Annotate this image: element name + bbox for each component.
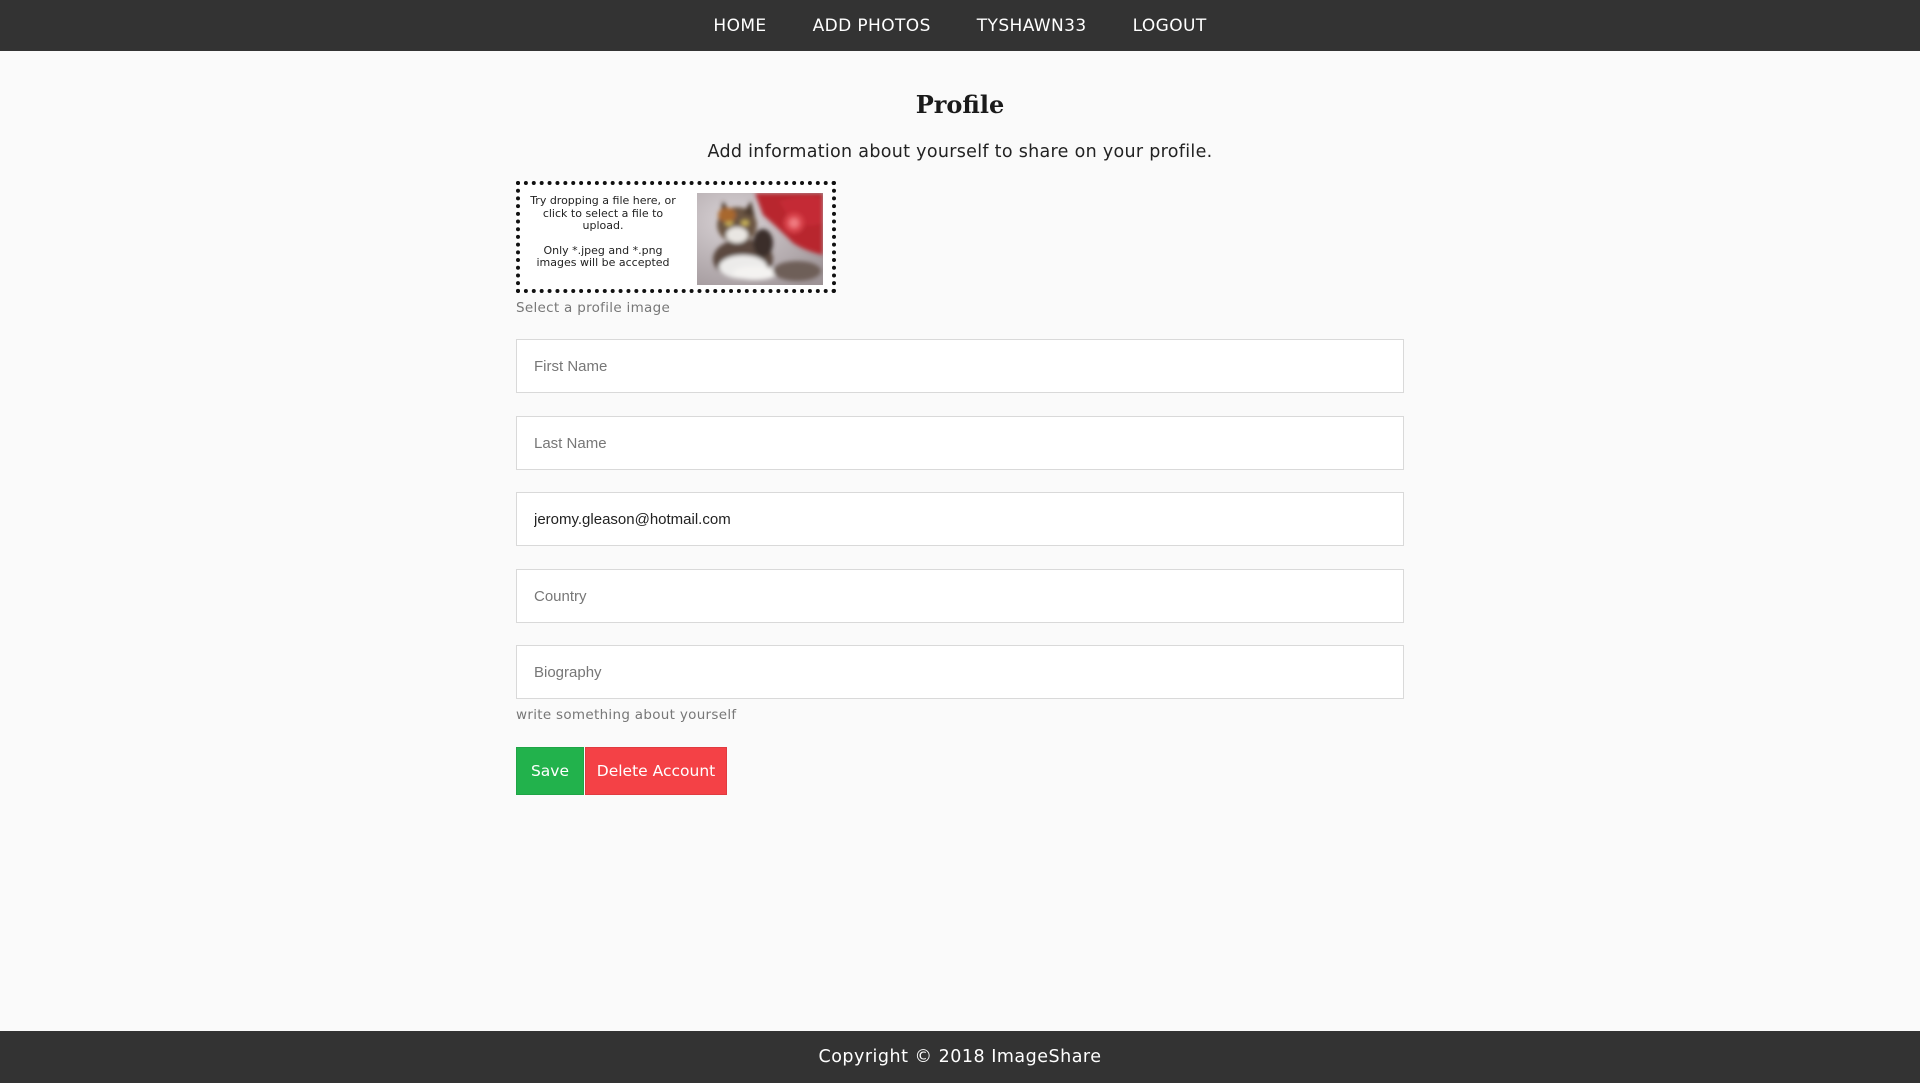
page-subtitle: Add information about yourself to share …: [707, 142, 1213, 162]
kitten-photo: [697, 193, 823, 285]
delete-account-button[interactable]: Delete Account: [585, 747, 727, 795]
country-input[interactable]: [516, 569, 1404, 623]
nav-user-profile-link[interactable]: TYSHAWN33: [977, 16, 1087, 36]
dropzone-instructions: Try dropping a file here, or click to se…: [528, 194, 678, 282]
profile-image-dropzone[interactable]: Try dropping a file here, or click to se…: [516, 181, 836, 293]
nav-add-photos-link[interactable]: ADD PHOTOS: [813, 16, 931, 36]
copyright-text: Copyright © 2018 ImageShare: [818, 1047, 1102, 1067]
nav-home-link[interactable]: HOME: [713, 16, 766, 36]
first-name-input[interactable]: [516, 339, 1404, 393]
last-name-input[interactable]: [516, 416, 1404, 470]
biography-help-text: write something about yourself: [516, 707, 737, 723]
nav-logout-link[interactable]: LOGOUT: [1133, 16, 1207, 36]
email-input[interactable]: [516, 492, 1404, 546]
page-title: Profile: [915, 90, 1005, 119]
dropzone-instruction-text: Try dropping a file here, or click to se…: [530, 194, 676, 232]
footer: Copyright © 2018 ImageShare: [0, 1031, 1920, 1083]
save-button[interactable]: Save: [516, 747, 584, 795]
dropzone-accepted-types: Only *.jpeg and *.png images will be acc…: [536, 243, 670, 269]
profile-image-help-text: Select a profile image: [516, 300, 671, 316]
biography-input[interactable]: [516, 645, 1404, 699]
top-navigation: HOME ADD PHOTOS TYSHAWN33 LOGOUT: [0, 0, 1920, 51]
profile-image-preview: [697, 193, 823, 285]
